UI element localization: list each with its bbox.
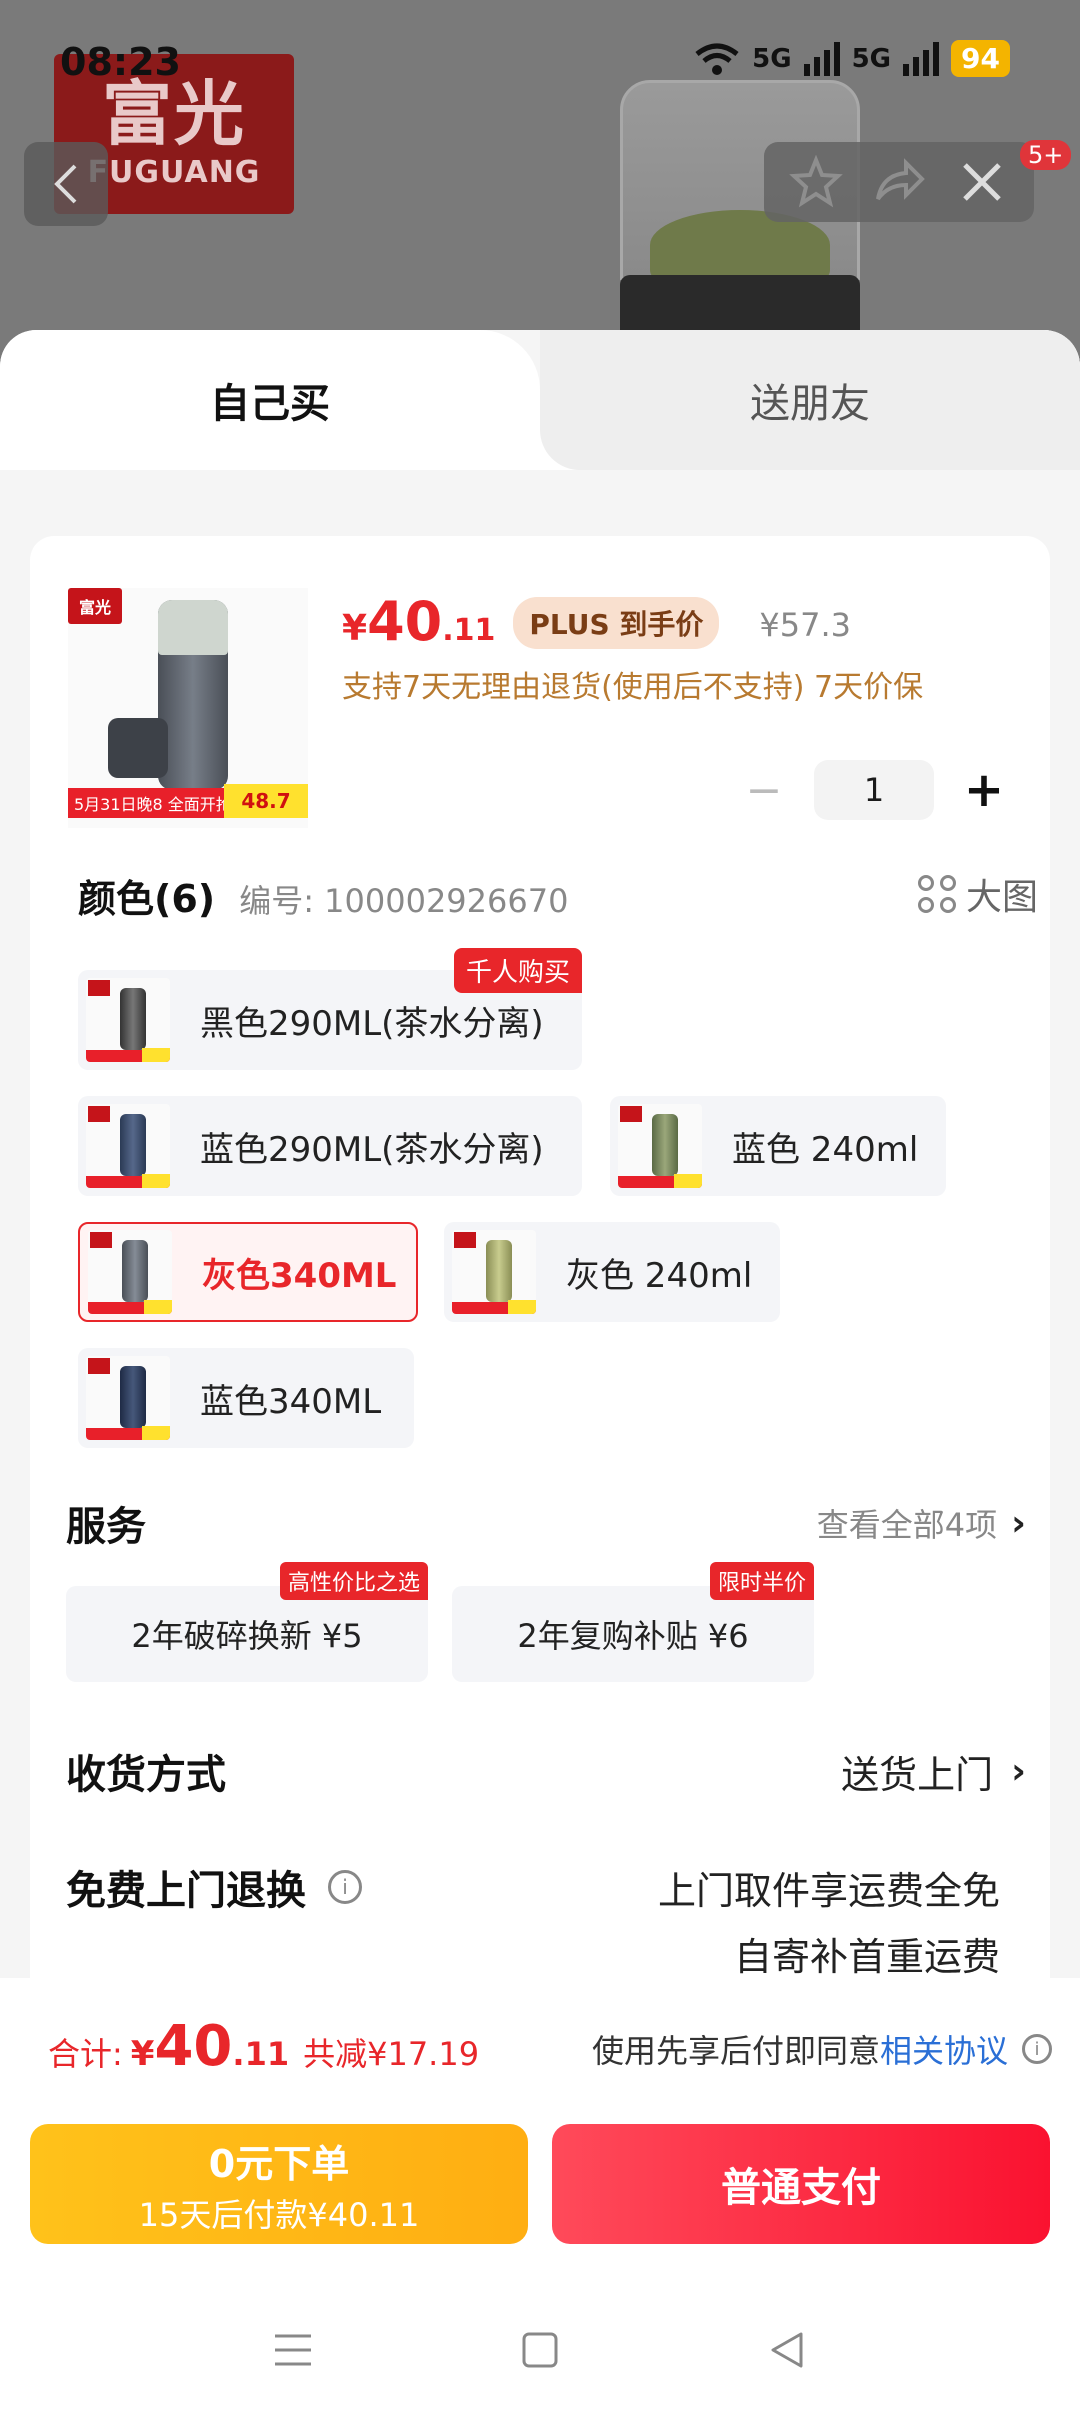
share-icon[interactable]	[872, 155, 926, 209]
wifi-icon	[695, 43, 739, 75]
info-icon[interactable]: i	[1022, 2034, 1052, 2064]
return-guarantee: 支持7天无理由退货(使用后不支持) 7天价保	[342, 670, 924, 705]
big-image-button[interactable]: 大图	[917, 868, 1038, 920]
service-option-repurchase[interactable]: 2年复购补贴 ¥6 限时半价	[452, 1562, 814, 1682]
color-option-gray-240[interactable]: 灰色 240ml	[444, 1222, 780, 1322]
delivery-title: 收货方式	[66, 1752, 226, 1798]
service-tag: 限时半价	[709, 1562, 814, 1600]
agreement-prefix: 使用先享后付即同意	[591, 2032, 880, 2070]
color-option-blue-240[interactable]: 蓝色 240ml	[610, 1096, 946, 1196]
signal-icon-2	[903, 41, 940, 76]
free-return-description: 上门取件享运费全免 自寄补首重运费	[658, 1858, 1000, 1980]
total-currency: ¥	[130, 2034, 155, 2074]
color-option-label: 灰色340ML	[202, 1255, 397, 1296]
close-icon[interactable]	[955, 155, 1009, 209]
notification-badge: 5+	[1020, 140, 1072, 170]
tab-gift-wrapper: 送朋友	[540, 330, 1080, 470]
service-label: 2年复购补贴 ¥6	[517, 1617, 749, 1655]
status-bar: 08:23 5G 5G 94	[0, 0, 1080, 110]
tab-send-friend[interactable]: 送朋友	[540, 330, 1080, 470]
signal-label-1: 5G	[752, 43, 792, 74]
services-section: 服务 查看全部4项 ›	[66, 1494, 1026, 1552]
home-square-icon[interactable]	[518, 2328, 562, 2372]
grid-icon	[917, 875, 956, 913]
purchase-sheet: 自己买 送朋友 富光 5月31日晚8 全面开抢 48.7 ¥40.11 PLUS…	[0, 330, 1080, 1980]
price-decimal: .11	[442, 613, 496, 648]
color-option-label: 黑色290ML(茶水分离)	[200, 1003, 544, 1044]
quantity-plus-button[interactable]: +	[954, 762, 1014, 818]
color-option-blue-290[interactable]: 蓝色290ML(茶水分离)	[78, 1096, 582, 1196]
thumbnail-banner: 5月31日晚8 全面开抢 48.7	[68, 784, 308, 818]
total-discount: 共减¥17.19	[303, 2035, 480, 2073]
total-row: 合计: ¥40.11 共减¥17.19	[48, 2014, 479, 2079]
color-option-label: 蓝色290ML(茶水分离)	[200, 1129, 544, 1170]
back-button[interactable]	[24, 142, 108, 226]
free-return-title: 免费上门退换	[66, 1868, 306, 1914]
original-price: ¥57.3	[759, 606, 852, 644]
menu-icon[interactable]	[271, 2328, 315, 2372]
delivery-value-label: 送货上门	[841, 1752, 994, 1797]
tab-buy-self[interactable]: 自己买	[0, 330, 540, 470]
zero-order-subtitle: 15天后付款¥40.11	[138, 2195, 420, 2234]
plus-price-tag: PLUS 到手价	[513, 597, 720, 649]
sku-number: 编号: 100002926670	[239, 882, 569, 920]
chevron-right-icon: ›	[1011, 1750, 1026, 1792]
color-option-gray-340[interactable]: 灰色340ML	[78, 1222, 418, 1322]
delivery-value: 送货上门 ›	[841, 1744, 1026, 1799]
agreement-notice: 使用先享后付即同意 相关协议 i	[592, 2026, 1052, 2072]
color-option-blue-340[interactable]: 蓝色340ML	[78, 1348, 414, 1448]
clock: 08:23	[60, 40, 181, 84]
free-return-line-2: 自寄补首重运费	[733, 1935, 1000, 1979]
color-option-label: 蓝色 240ml	[732, 1129, 919, 1170]
signal-icon-1	[803, 41, 840, 76]
zero-order-button[interactable]: 0元下单 15天后付款¥40.11	[30, 2124, 528, 2244]
big-image-label: 大图	[965, 877, 1038, 918]
price-currency: ¥	[342, 608, 368, 649]
color-option-label: 灰色 240ml	[566, 1255, 753, 1296]
chevron-right-icon: ›	[1011, 1502, 1026, 1544]
total-integer: 40	[154, 2014, 233, 2079]
product-thumbnail: 富光 5月31日晚8 全面开抢 48.7	[68, 588, 308, 828]
delivery-section[interactable]: 收货方式 送货上门 ›	[66, 1742, 1026, 1800]
purchase-tabs: 自己买 送朋友	[0, 330, 1080, 470]
color-option-black-290[interactable]: 黑色290ML(茶水分离) 千人购买	[78, 948, 582, 1070]
signal-label-2: 5G	[851, 43, 892, 74]
hot-tag: 千人购买	[453, 948, 582, 993]
chevron-left-icon	[54, 164, 77, 204]
total-decimal: .11	[232, 2035, 290, 2073]
services-view-all-label: 查看全部4项	[816, 1506, 998, 1544]
brand-logo-en: FUGUANG	[87, 154, 261, 190]
current-price: ¥40.11	[342, 590, 495, 653]
service-label: 2年破碎换新 ¥5	[131, 1617, 363, 1655]
info-icon[interactable]: i	[328, 1870, 362, 1904]
total-label: 合计:	[48, 2035, 123, 2073]
quantity-value[interactable]: 1	[814, 760, 934, 820]
thumbnail-price: 48.7	[224, 784, 308, 818]
quantity-stepper: − 1 +	[734, 760, 1014, 820]
services-view-all[interactable]: 查看全部4项 ›	[817, 1500, 1026, 1546]
agreement-link[interactable]: 相关协议	[880, 2026, 1008, 2072]
price-row: ¥40.11 PLUS 到手价 ¥57.3	[342, 590, 851, 655]
services-title: 服务	[66, 1504, 146, 1550]
checkout-bar: 合计: ¥40.11 共减¥17.19 使用先享后付即同意 相关协议 i 0元下…	[0, 1978, 1080, 2412]
price-integer: 40	[367, 590, 443, 653]
service-option-breakage[interactable]: 2年破碎换新 ¥5 高性价比之选	[66, 1562, 428, 1682]
color-header: 颜色(6) 编号: 100002926670 大图	[78, 868, 1038, 923]
back-triangle-icon[interactable]	[765, 2328, 809, 2372]
system-nav-bar	[0, 2288, 1080, 2412]
color-option-label: 蓝色340ML	[200, 1381, 382, 1422]
star-icon[interactable]	[788, 155, 843, 209]
status-icons: 5G 5G 94	[694, 40, 1010, 77]
free-return-line-1: 上门取件享运费全免	[657, 1869, 1000, 1913]
service-tag: 高性价比之选	[279, 1562, 428, 1600]
thumbnail-logo: 富光	[68, 588, 122, 624]
top-action-bar	[764, 142, 1034, 222]
quantity-minus-button[interactable]: −	[734, 765, 794, 816]
thumbnail-banner-text: 5月31日晚8 全面开抢	[74, 795, 232, 814]
battery-indicator: 94	[951, 40, 1010, 77]
product-options-card: 富光 5月31日晚8 全面开抢 48.7 ¥40.11 PLUS 到手价 ¥57…	[30, 536, 1050, 1980]
normal-pay-button[interactable]: 普通支付	[552, 2124, 1050, 2244]
color-title: 颜色(6)	[78, 877, 216, 921]
zero-order-title: 0元下单	[208, 2141, 350, 2186]
